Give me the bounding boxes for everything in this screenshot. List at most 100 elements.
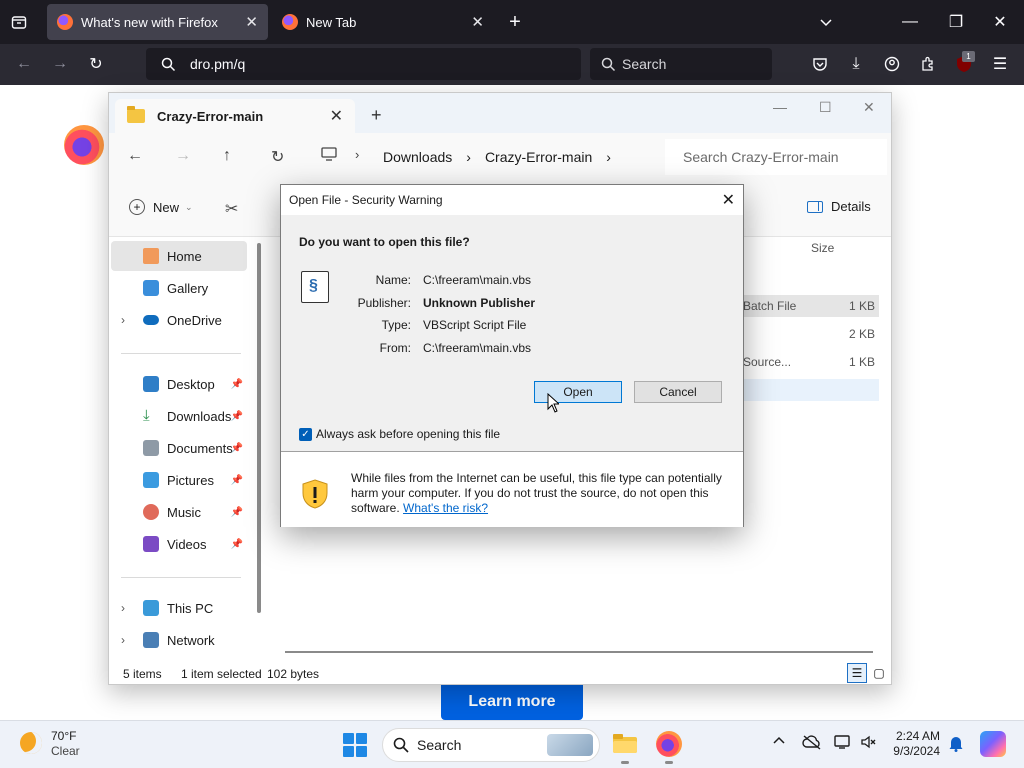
downloads-icon[interactable]: ⤓ <box>846 54 866 74</box>
sidebar-item-label: Home <box>167 248 202 264</box>
volume-muted-icon[interactable] <box>860 734 878 754</box>
sidebar-item-desktop[interactable]: Desktop 📌 <box>111 369 247 399</box>
windows-start-icon[interactable] <box>343 733 367 757</box>
restore-icon[interactable]: ❐ <box>946 12 966 32</box>
notification-bell-icon[interactable] <box>948 734 964 756</box>
chevron-right-icon[interactable]: › <box>121 601 125 615</box>
new-button[interactable]: + New ⌄ <box>129 199 193 215</box>
horizontal-scrollbar[interactable] <box>285 651 873 653</box>
file-size: 1 KB <box>848 299 875 313</box>
up-arrow-icon[interactable]: ↑ <box>223 147 231 165</box>
firefox-taskbar-icon[interactable] <box>656 731 682 757</box>
explorer-tab[interactable]: Crazy-Error-main ✕ <box>115 99 355 133</box>
sidebar-item-network[interactable]: › Network <box>111 625 247 655</box>
explorer-title-bar: Crazy-Error-main ✕ + — ☐ ✕ <box>109 93 891 133</box>
mouse-cursor-icon <box>547 393 559 413</box>
sidebar-item-music[interactable]: Music 📌 <box>111 497 247 527</box>
new-tab-plus-icon[interactable]: + <box>504 10 526 34</box>
details-view-icon[interactable]: ☰ <box>847 663 867 683</box>
back-arrow-icon[interactable]: ← <box>127 147 143 165</box>
reload-icon[interactable]: ↻ <box>86 54 106 74</box>
cut-scissors-icon[interactable]: ✂ <box>225 199 238 219</box>
forward-arrow-icon[interactable]: → <box>50 54 70 74</box>
table-row[interactable]: Batch File 1 KB <box>743 295 879 317</box>
chevron-right-icon[interactable]: › <box>355 147 359 162</box>
close-tab-icon[interactable]: ✕ <box>245 13 258 31</box>
home-icon <box>143 248 159 264</box>
sidebar-item-label: Music <box>167 504 201 520</box>
firefox-favicon-icon <box>282 14 298 30</box>
sidebar-divider <box>121 353 241 354</box>
menu-hamburger-icon[interactable]: ☰ <box>990 54 1010 74</box>
chevron-right-icon[interactable]: › <box>121 313 125 327</box>
explorer-search-input[interactable]: Search Crazy-Error-main <box>665 139 887 175</box>
minimize-icon[interactable]: — <box>773 99 787 115</box>
whats-the-risk-link[interactable]: What's the risk? <box>403 501 488 515</box>
pin-icon: 📌 <box>230 538 243 550</box>
search-icon <box>598 54 618 74</box>
chevron-right-icon[interactable]: › <box>466 149 471 165</box>
sidebar-item-onedrive[interactable]: › OneDrive <box>111 305 247 335</box>
sidebar-item-pictures[interactable]: Pictures 📌 <box>111 465 247 495</box>
chevron-down-icon[interactable] <box>816 12 836 32</box>
search-icon <box>393 737 409 756</box>
moon-weather-icon[interactable] <box>20 732 42 754</box>
column-header-size[interactable]: Size <box>811 241 834 255</box>
cancel-button[interactable]: Cancel <box>634 381 722 403</box>
download-arrow-icon: ⤓ <box>143 407 150 424</box>
windows-taskbar: 70°F Clear Search 2:24 AM 9/3/2024 <box>0 720 1024 768</box>
sidebar-item-this-pc[interactable]: › This PC <box>111 593 247 623</box>
file-type: Source... <box>743 355 792 369</box>
browser-tab-whats-new[interactable]: What's new with Firefox ✕ <box>47 4 268 40</box>
chevron-right-icon[interactable]: › <box>606 149 611 165</box>
sidebar-item-videos[interactable]: Videos 📌 <box>111 529 247 559</box>
sidebar-item-gallery[interactable]: Gallery <box>111 273 247 303</box>
this-pc-icon[interactable] <box>321 147 337 166</box>
cloud-sync-icon[interactable] <box>802 734 822 754</box>
computer-icon <box>143 600 159 616</box>
close-tab-icon[interactable]: ✕ <box>330 106 343 126</box>
close-tab-icon[interactable]: ✕ <box>471 13 484 31</box>
back-arrow-icon[interactable]: ← <box>14 54 34 74</box>
extensions-icon[interactable] <box>918 54 938 74</box>
browser-search-box[interactable]: Search <box>590 48 772 80</box>
always-ask-checkbox[interactable]: ✓ Always ask before opening this file <box>299 427 500 441</box>
weather-widget[interactable]: 70°F Clear <box>51 729 80 759</box>
file-explorer-taskbar-icon[interactable] <box>612 731 638 757</box>
table-row[interactable]: 2 KB <box>743 323 879 345</box>
details-pane-button[interactable]: Details <box>807 199 871 214</box>
pocket-icon[interactable] <box>810 54 830 74</box>
large-icons-view-icon[interactable]: ▢ <box>869 663 889 683</box>
display-icon[interactable] <box>834 734 852 754</box>
chevron-right-icon[interactable]: › <box>121 633 125 647</box>
account-icon[interactable] <box>882 54 902 74</box>
breadcrumb-downloads[interactable]: Downloads <box>383 149 452 165</box>
status-selected: 1 item selected <box>181 667 262 681</box>
new-tab-plus-icon[interactable]: + <box>371 105 382 126</box>
refresh-icon[interactable]: ↻ <box>271 147 284 167</box>
chevron-up-icon[interactable] <box>772 734 786 752</box>
checkmark-icon[interactable]: ✓ <box>299 427 312 441</box>
url-bar[interactable]: dro.pm/q <box>146 48 581 80</box>
close-icon[interactable]: ✕ <box>722 190 735 210</box>
maximize-icon[interactable]: ☐ <box>819 99 832 116</box>
sidebar-item-home[interactable]: Home <box>111 241 247 271</box>
table-row[interactable] <box>743 379 879 401</box>
sidebar-scrollbar[interactable] <box>257 243 261 613</box>
warning-text: While files from the Internet can be use… <box>351 471 731 516</box>
sidebar-item-downloads[interactable]: ⤓ Downloads 📌 <box>111 401 247 431</box>
system-clock[interactable]: 2:24 AM 9/3/2024 <box>888 729 940 759</box>
list-all-tabs-icon[interactable] <box>8 12 30 32</box>
copilot-icon[interactable] <box>980 731 1006 757</box>
browser-tab-new-tab[interactable]: New Tab ✕ <box>272 4 494 40</box>
taskbar-search-box[interactable]: Search <box>382 728 600 762</box>
learn-more-button[interactable]: Learn more <box>441 684 583 720</box>
sidebar-item-documents[interactable]: Documents 📌 <box>111 433 247 463</box>
breadcrumb-crazy-error-main[interactable]: Crazy-Error-main <box>485 149 592 165</box>
status-item-count: 5 items <box>123 667 162 681</box>
forward-arrow-icon[interactable]: → <box>175 147 191 165</box>
minimize-icon[interactable]: — <box>900 12 920 32</box>
close-window-icon[interactable]: ✕ <box>863 99 875 116</box>
close-window-icon[interactable]: ✕ <box>990 12 1010 32</box>
table-row[interactable]: Source... 1 KB <box>743 351 879 373</box>
